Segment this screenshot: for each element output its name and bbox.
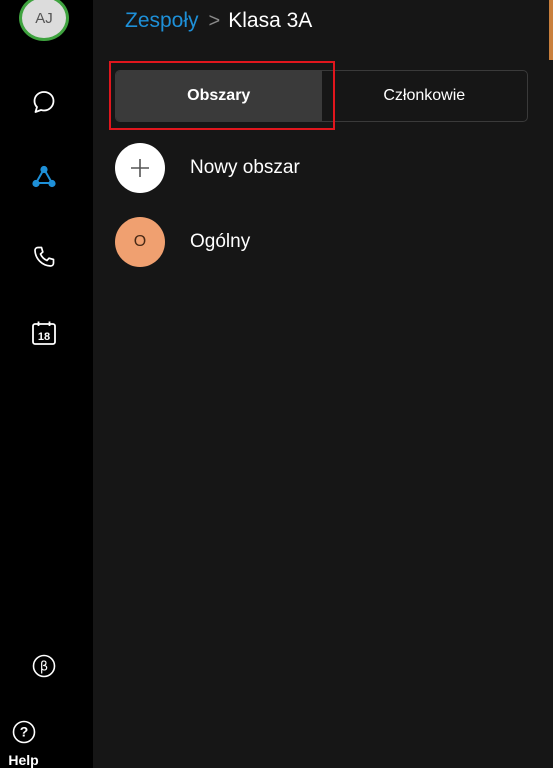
new-space-label: Nowy obszar: [190, 157, 300, 178]
breadcrumb-teams-link[interactable]: Zespoły: [125, 9, 199, 33]
calendar-day: 18: [38, 331, 50, 343]
page-title: Klasa 3A: [228, 9, 313, 32]
calendar-icon[interactable]: 18: [24, 313, 64, 353]
left-rail: AJ 18 β ? Help: [0, 0, 93, 768]
teams-app: AJ 18 β ? Help Zespoły > Klasa 3A Obszar…: [0, 0, 553, 768]
new-space-item[interactable]: Nowy obszar: [115, 142, 300, 194]
avatar[interactable]: AJ: [19, 0, 69, 41]
help-symbol: ?: [20, 724, 29, 740]
space-avatar: O: [115, 217, 165, 267]
window-edge: [549, 0, 553, 60]
highlight-box: [109, 61, 335, 130]
help-icon[interactable]: ?: [4, 712, 44, 752]
space-item-general[interactable]: O Ogólny: [115, 216, 250, 268]
help-label[interactable]: Help: [0, 752, 47, 768]
breadcrumb: Zespoły > Klasa 3A: [125, 3, 312, 39]
teams-icon[interactable]: [24, 158, 64, 198]
add-icon: [115, 143, 165, 193]
space-label: Ogólny: [190, 231, 251, 252]
phone-icon[interactable]: [24, 237, 64, 277]
beta-symbol: β: [40, 660, 48, 675]
beta-icon[interactable]: β: [24, 646, 64, 686]
chat-icon[interactable]: [24, 82, 64, 122]
tab-members[interactable]: Członkowie: [322, 71, 528, 121]
avatar-initials: AJ: [35, 9, 53, 27]
breadcrumb-separator: >: [208, 9, 221, 32]
